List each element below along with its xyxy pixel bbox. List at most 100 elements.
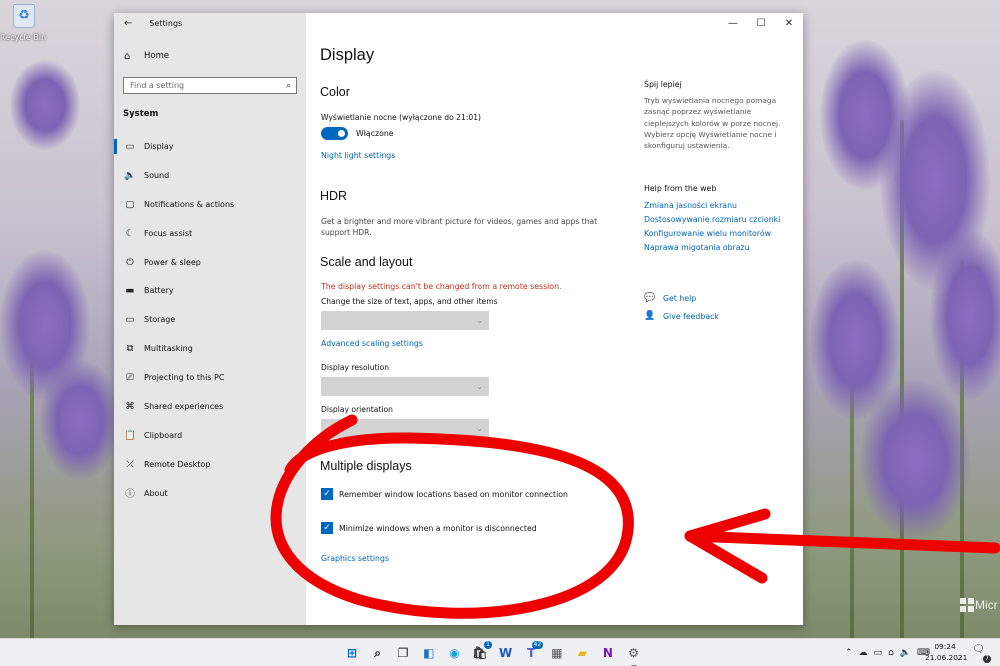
sidebar-item-shared-experiences[interactable]: ⌘ Shared experiences xyxy=(114,392,306,421)
sidebar-item-label: Remote Desktop xyxy=(144,459,211,469)
home-nav-item[interactable]: ⌂ Home xyxy=(114,45,306,67)
web-help-link[interactable]: Konfigurowanie wielu monitorów xyxy=(644,229,789,238)
remote-desktop-icon: ⤫ xyxy=(126,458,134,470)
taskbar-search-button[interactable]: ⌕ xyxy=(368,643,388,663)
power-icon: ⏻ xyxy=(126,256,134,268)
taskbar-edge-button[interactable]: ◉ xyxy=(444,643,464,663)
web-help-link[interactable]: Zmiana jasności ekranu xyxy=(644,201,789,210)
sidebar-item-projecting-to-this-pc[interactable]: ⎚ Projecting to this PC xyxy=(114,363,306,392)
battery-icon: ▬ xyxy=(125,285,135,297)
taskbar-settings-button[interactable]: ⚙ xyxy=(624,643,644,666)
settings-sidebar: ← Settings ⌂ Home Find a setting ⌕ Syste… xyxy=(114,13,306,625)
watermark-text: Micr xyxy=(975,597,998,612)
give-feedback-link[interactable]: Give feedback xyxy=(663,312,719,321)
give-feedback-row[interactable]: 👤 Give feedback xyxy=(644,311,719,321)
taskbar-start-button[interactable]: ⊞ xyxy=(342,643,362,663)
text-size-dropdown[interactable]: ⌄ xyxy=(321,311,489,330)
remote-session-warning: The display settings can't be changed fr… xyxy=(321,282,562,291)
projector-icon: ⎚ xyxy=(126,372,134,384)
night-light-settings-link[interactable]: Night light settings xyxy=(321,151,395,160)
sleep-better-title: Śpij lepiej xyxy=(644,80,682,89)
sidebar-item-sound[interactable]: 🔈 Sound xyxy=(114,161,306,190)
calculator-icon: ▦ xyxy=(551,646,563,660)
sidebar-item-label: Sound xyxy=(144,170,170,180)
taskbar-store-button[interactable]: 🛍 1 xyxy=(470,641,492,663)
sidebar-item-notifications-actions[interactable]: ▢ Notifications & actions xyxy=(114,190,306,219)
sidebar-item-label: Battery xyxy=(144,286,174,296)
orientation-label: Display orientation xyxy=(321,405,393,414)
onenote-icon: N xyxy=(602,646,613,660)
web-help-link[interactable]: Naprawa migotania obrazu xyxy=(644,243,789,252)
get-help-row[interactable]: 💬 Get help xyxy=(644,293,696,303)
graphics-settings-link[interactable]: Graphics settings xyxy=(321,554,389,563)
web-help-links: Zmiana jasności ekranu Dostosowywanie roz… xyxy=(644,201,789,252)
recycle-bin[interactable]: ♻ Recycle Bin xyxy=(0,4,46,42)
search-icon[interactable]: ⌕ xyxy=(286,81,291,91)
recycle-bin-icon: ♻ xyxy=(13,4,35,28)
orientation-dropdown[interactable]: ⌄ xyxy=(321,419,489,438)
back-arrow-icon[interactable]: ← xyxy=(124,18,132,29)
chat-help-icon: 💬 xyxy=(644,293,656,303)
minimize-windows-checkbox[interactable]: ✓ xyxy=(321,522,333,534)
app-badge: 42 xyxy=(531,641,544,649)
chevron-up-icon[interactable]: ⌃ xyxy=(845,648,853,658)
notification-count: 7 xyxy=(983,655,991,663)
sidebar-item-storage[interactable]: ▭ Storage xyxy=(114,305,306,334)
app-badge: 1 xyxy=(484,641,492,649)
night-light-toggle-text: Włączone xyxy=(356,129,394,138)
taskbar-teams-button[interactable]: T 42 xyxy=(521,641,544,663)
web-help-panel: Help from the web Zmiana jasności ekranu… xyxy=(644,184,789,257)
edge-icon: ◉ xyxy=(449,646,460,660)
resolution-dropdown[interactable]: ⌄ xyxy=(321,377,489,396)
clipboard-icon: 📋 xyxy=(124,429,136,441)
lavender-bloom xyxy=(860,380,970,540)
search-icon: ⌕ xyxy=(374,645,381,660)
maximize-button[interactable]: ☐ xyxy=(747,13,775,33)
microsoft-logo-icon xyxy=(960,598,974,612)
sidebar-item-battery[interactable]: ▬ Battery xyxy=(114,276,306,305)
cloud-icon[interactable]: ☁ xyxy=(859,648,868,658)
minimize-button[interactable]: — xyxy=(719,13,747,33)
taskbar-file-explorer-button[interactable]: ▰ xyxy=(572,643,592,663)
category-header: System xyxy=(123,109,159,119)
taskbar-onenote-button[interactable]: N xyxy=(598,643,618,663)
taskbar-calculator-button[interactable]: ▦ xyxy=(547,643,567,663)
lavender-bloom xyxy=(40,360,120,480)
advanced-scaling-link[interactable]: Advanced scaling settings xyxy=(321,339,423,348)
taskbar-clock[interactable]: 09:24 21.06.2021 xyxy=(925,641,967,663)
night-light-toggle[interactable] xyxy=(321,127,348,140)
sidebar-item-display[interactable]: ▭ Display xyxy=(114,132,306,161)
sidebar-item-remote-desktop[interactable]: ⤫ Remote Desktop xyxy=(114,450,306,479)
minimize-windows-row[interactable]: ✓ Minimize windows when a monitor is dis… xyxy=(321,522,537,534)
sidebar-item-label: Focus assist xyxy=(144,228,193,238)
sidebar-item-focus-assist[interactable]: ☾ Focus assist xyxy=(114,219,306,248)
get-help-link[interactable]: Get help xyxy=(663,294,696,303)
night-light-label: Wyświetlanie nocne (wyłączone do 21:01) xyxy=(321,113,482,122)
microsoft-watermark: Micr xyxy=(960,598,998,612)
sidebar-item-clipboard[interactable]: 📋 Clipboard xyxy=(114,421,306,450)
sidebar-item-about[interactable]: ⓘ About xyxy=(114,479,306,508)
network-icon[interactable]: ⌂ xyxy=(888,648,894,658)
notification-button[interactable]: 🗨 7 xyxy=(972,644,991,663)
window-title: Settings xyxy=(149,18,183,28)
close-button[interactable]: ✕ xyxy=(775,13,803,33)
chevron-down-icon: ⌄ xyxy=(476,424,483,433)
sidebar-item-label: About xyxy=(144,488,168,498)
find-setting-search[interactable]: Find a setting ⌕ xyxy=(123,77,297,94)
remember-locations-checkbox[interactable]: ✓ xyxy=(321,488,333,500)
remember-locations-row[interactable]: ✓ Remember window locations based on mon… xyxy=(321,488,568,500)
sidebar-item-power-sleep[interactable]: ⏻ Power & sleep xyxy=(114,248,306,277)
sleep-better-description: Tryb wyświetlania nocnego pomaga zasnąć … xyxy=(644,96,781,151)
system-tray: ⌃ ☁ ▭ ⌂ 🔈 ⌨ xyxy=(845,639,930,666)
sidebar-item-label: Power & sleep xyxy=(144,257,201,267)
sidebar-item-multitasking[interactable]: ⧉ Multitasking xyxy=(114,334,306,363)
web-help-title: Help from the web xyxy=(644,184,717,193)
web-help-link[interactable]: Dostosowywanie rozmiaru czcionki xyxy=(644,215,789,224)
search-placeholder: Find a setting xyxy=(130,81,185,90)
volume-icon[interactable]: 🔈 xyxy=(900,648,911,658)
taskbar-widgets-button[interactable]: ◧ xyxy=(419,643,439,663)
taskbar-word-button[interactable]: W xyxy=(496,643,516,663)
taskbar-task-view-button[interactable]: ❐ xyxy=(393,643,413,663)
battery-icon[interactable]: ▭ xyxy=(874,648,883,658)
notification-icon: 🗨 xyxy=(972,644,985,655)
